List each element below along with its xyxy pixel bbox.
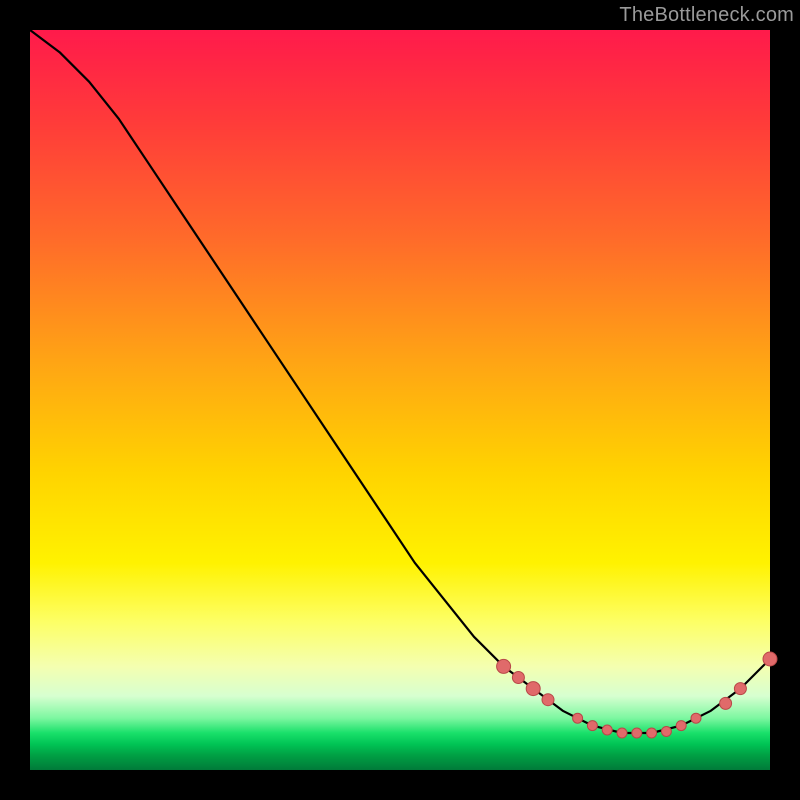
chart-marker-dot: [602, 725, 612, 735]
chart-marker-dot: [497, 659, 511, 673]
chart-marker-dot: [587, 721, 597, 731]
chart-marker-dot: [512, 672, 524, 684]
chart-marker-dot: [526, 682, 540, 696]
watermark-text: TheBottleneck.com: [619, 4, 794, 27]
chart-svg-layer: [30, 30, 770, 770]
chart-marker-dot: [542, 694, 554, 706]
chart-marker-dot: [661, 727, 671, 737]
chart-marker-dot: [573, 713, 583, 723]
chart-plot-area: [30, 30, 770, 770]
chart-marker-dot: [632, 728, 642, 738]
chart-marker-dot: [720, 697, 732, 709]
chart-stage: TheBottleneck.com: [0, 0, 800, 800]
chart-marker-dot: [691, 713, 701, 723]
chart-marker-dot: [617, 728, 627, 738]
chart-marker-dot: [734, 683, 746, 695]
chart-curve: [30, 30, 770, 733]
chart-marker-dot: [763, 652, 777, 666]
chart-marker-dot: [647, 728, 657, 738]
chart-marker-dot: [676, 721, 686, 731]
chart-marker-group: [497, 652, 777, 738]
